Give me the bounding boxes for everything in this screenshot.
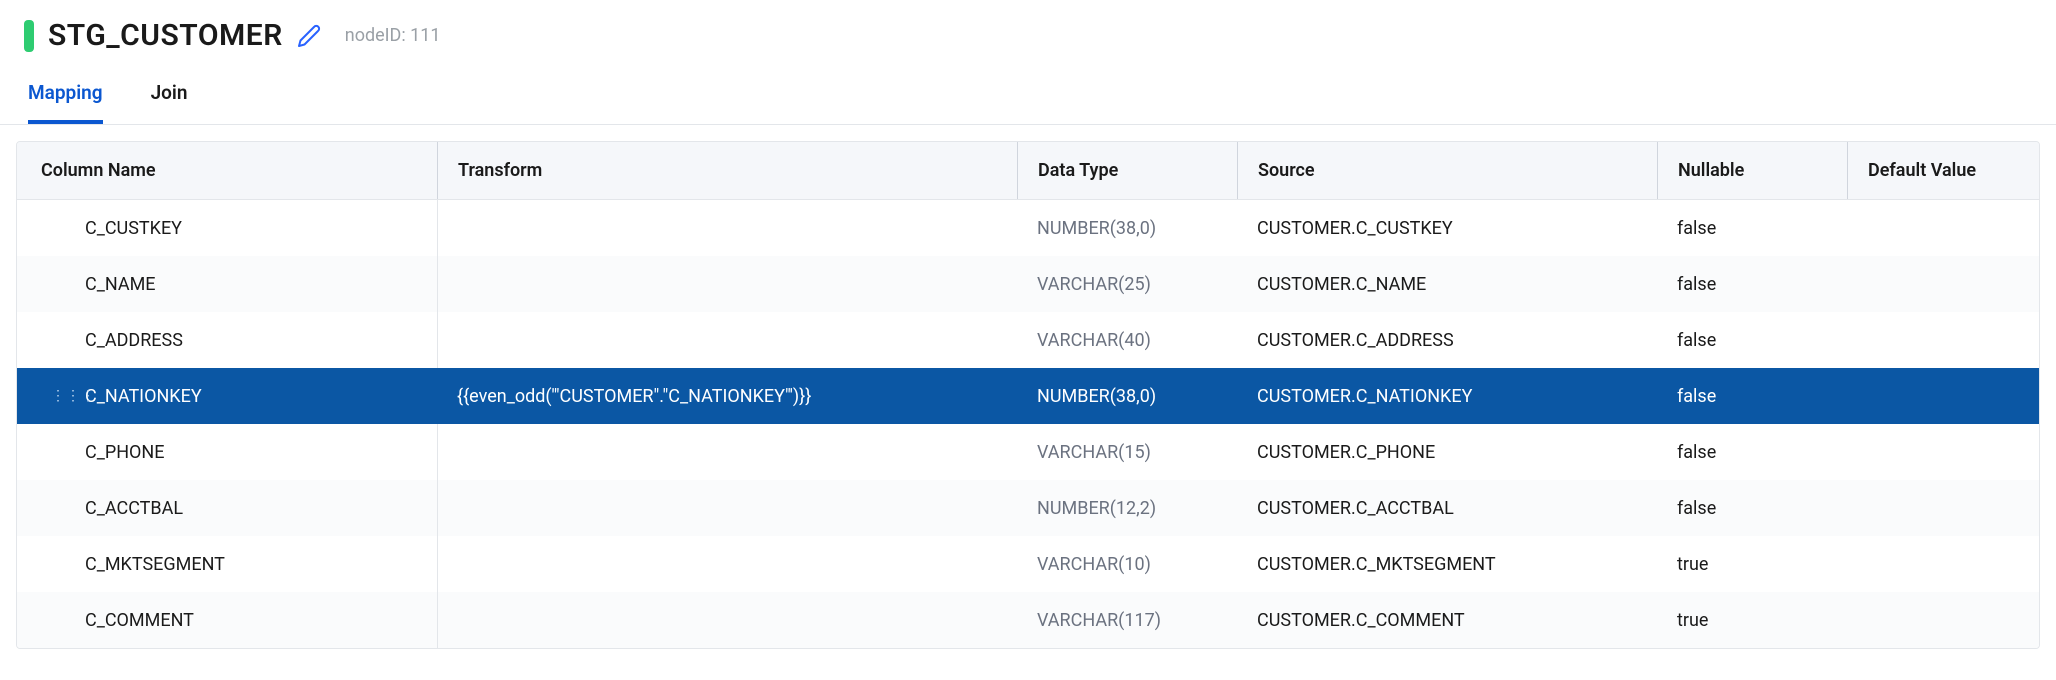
cell-column-name: C_COMMENT xyxy=(17,596,437,645)
table-row[interactable]: ⋮⋮⋮C_NATIONKEY{{even_odd('"CUSTOMER"."C_… xyxy=(17,368,2039,424)
cell-data-type: VARCHAR(40) xyxy=(1017,316,1237,365)
header-transform[interactable]: Transform xyxy=(437,142,1017,199)
cell-source: CUSTOMER.C_MKTSEGMENT xyxy=(1237,540,1657,589)
header-column-name[interactable]: Column Name xyxy=(17,142,437,199)
page-header: STG_CUSTOMER nodeID: 111 xyxy=(0,0,2056,63)
table-row[interactable]: C_PHONE VARCHAR(15)CUSTOMER.C_PHONEfalse xyxy=(17,424,2039,480)
cell-nullable: false xyxy=(1657,316,1847,365)
cell-nullable: false xyxy=(1657,484,1847,533)
mapping-table: Column Name Transform Data Type Source N… xyxy=(16,141,2040,649)
cell-column-name: C_CUSTKEY xyxy=(17,204,437,253)
cell-data-type: VARCHAR(15) xyxy=(1017,428,1237,477)
node-type-badge xyxy=(24,20,34,52)
cell-source: CUSTOMER.C_ACCTBAL xyxy=(1237,484,1657,533)
column-divider xyxy=(437,536,438,592)
cell-data-type: VARCHAR(10) xyxy=(1017,540,1237,589)
table-row[interactable]: C_CUSTKEY NUMBER(38,0)CUSTOMER.C_CUSTKEYf… xyxy=(17,200,2039,256)
cell-transform xyxy=(437,214,1017,242)
cell-transform xyxy=(437,326,1017,354)
cell-column-name: C_NAME xyxy=(17,260,437,309)
column-divider xyxy=(437,368,438,424)
cell-default-value xyxy=(1847,214,2039,242)
cell-nullable: false xyxy=(1657,204,1847,253)
cell-transform xyxy=(437,270,1017,298)
header-nullable[interactable]: Nullable xyxy=(1657,142,1847,199)
cell-nullable: true xyxy=(1657,596,1847,645)
cell-transform xyxy=(437,550,1017,578)
cell-transform xyxy=(437,494,1017,522)
cell-nullable: true xyxy=(1657,540,1847,589)
cell-data-type: VARCHAR(117) xyxy=(1017,596,1237,645)
column-divider xyxy=(437,200,438,256)
cell-default-value xyxy=(1847,550,2039,578)
table-header-row: Column Name Transform Data Type Source N… xyxy=(17,142,2039,200)
table-row[interactable]: C_NAME VARCHAR(25)CUSTOMER.C_NAMEfalse xyxy=(17,256,2039,312)
table-body: C_CUSTKEYNUMBER(38,0)CUSTOMER.C_CUSTKEYf… xyxy=(17,200,2039,648)
page-title: STG_CUSTOMER xyxy=(48,18,283,53)
cell-column-name: C_MKTSEGMENT xyxy=(17,540,437,589)
tab-bar: Mapping Join xyxy=(0,63,2056,125)
cell-default-value xyxy=(1847,270,2039,298)
header-default-value[interactable]: Default Value xyxy=(1847,142,2039,199)
cell-nullable: false xyxy=(1657,372,1847,421)
cell-source: CUSTOMER.C_NAME xyxy=(1237,260,1657,309)
cell-default-value xyxy=(1847,382,2039,410)
column-divider xyxy=(437,256,438,312)
cell-transform: {{even_odd('"CUSTOMER"."C_NATIONKEY"')}} xyxy=(437,372,1017,421)
cell-default-value xyxy=(1847,606,2039,634)
column-divider xyxy=(437,424,438,480)
table-row[interactable]: C_ACCTBAL NUMBER(12,2)CUSTOMER.C_ACCTBALf… xyxy=(17,480,2039,536)
cell-source: CUSTOMER.C_ADDRESS xyxy=(1237,316,1657,365)
cell-default-value xyxy=(1847,438,2039,466)
cell-nullable: false xyxy=(1657,428,1847,477)
table-row[interactable]: C_ADDRESS VARCHAR(40)CUSTOMER.C_ADDRESSfa… xyxy=(17,312,2039,368)
header-data-type[interactable]: Data Type xyxy=(1017,142,1237,199)
cell-data-type: NUMBER(38,0) xyxy=(1017,372,1237,421)
cell-source: CUSTOMER.C_COMMENT xyxy=(1237,596,1657,645)
cell-column-name: C_ADDRESS xyxy=(17,316,437,365)
tab-mapping[interactable]: Mapping xyxy=(28,81,103,124)
cell-data-type: VARCHAR(25) xyxy=(1017,260,1237,309)
column-divider xyxy=(437,592,438,648)
cell-default-value xyxy=(1847,494,2039,522)
column-divider xyxy=(437,312,438,368)
cell-source: CUSTOMER.C_NATIONKEY xyxy=(1237,372,1657,421)
cell-data-type: NUMBER(12,2) xyxy=(1017,484,1237,533)
cell-column-name: C_ACCTBAL xyxy=(17,484,437,533)
cell-transform xyxy=(437,606,1017,634)
cell-default-value xyxy=(1847,326,2039,354)
drag-handle-icon[interactable]: ⋮⋮⋮ xyxy=(51,388,96,404)
table-row[interactable]: C_COMMENT VARCHAR(117)CUSTOMER.C_COMMENTt… xyxy=(17,592,2039,648)
table-row[interactable]: C_MKTSEGMENT VARCHAR(10)CUSTOMER.C_MKTSEG… xyxy=(17,536,2039,592)
cell-transform xyxy=(437,438,1017,466)
edit-title-icon[interactable] xyxy=(297,24,321,48)
node-id-label: nodeID: 111 xyxy=(345,25,441,46)
column-divider xyxy=(437,480,438,536)
header-source[interactable]: Source xyxy=(1237,142,1657,199)
cell-source: CUSTOMER.C_PHONE xyxy=(1237,428,1657,477)
mapping-table-wrap: Column Name Transform Data Type Source N… xyxy=(0,125,2056,665)
cell-nullable: false xyxy=(1657,260,1847,309)
tab-join[interactable]: Join xyxy=(151,81,188,124)
cell-data-type: NUMBER(38,0) xyxy=(1017,204,1237,253)
cell-source: CUSTOMER.C_CUSTKEY xyxy=(1237,204,1657,253)
cell-column-name: C_PHONE xyxy=(17,428,437,477)
